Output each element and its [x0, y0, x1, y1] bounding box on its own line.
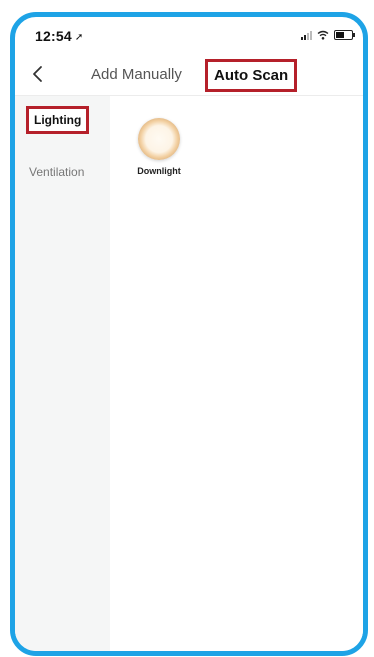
status-time: 12:54 ➚ — [35, 28, 83, 44]
device-grid: Downlight — [110, 96, 363, 651]
device-label: Downlight — [137, 166, 181, 176]
downlight-icon — [138, 118, 180, 160]
category-sidebar: Lighting Ventilation — [15, 96, 110, 651]
sidebar-item-lighting[interactable]: Lighting — [26, 106, 90, 134]
cellular-signal-icon — [301, 30, 312, 40]
phone-frame: 12:54 ➚ Add Manually Auto Scan Lighting … — [10, 12, 368, 656]
wifi-icon — [317, 30, 329, 40]
location-arrow-icon: ➚ — [74, 32, 84, 43]
back-button[interactable] — [29, 63, 49, 85]
device-tile-downlight[interactable]: Downlight — [131, 118, 187, 176]
chevron-left-icon — [33, 66, 42, 82]
status-bar: 12:54 ➚ — [15, 17, 363, 53]
status-time-text: 12:54 — [35, 28, 72, 44]
tab-add-manually[interactable]: Add Manually — [91, 66, 182, 83]
tab-auto-scan[interactable]: Auto Scan — [205, 59, 298, 92]
battery-icon — [334, 30, 355, 40]
sidebar-item-ventilation[interactable]: Ventilation — [29, 165, 84, 179]
nav-bar: Add Manually Auto Scan — [15, 57, 363, 93]
status-icons — [301, 29, 355, 41]
